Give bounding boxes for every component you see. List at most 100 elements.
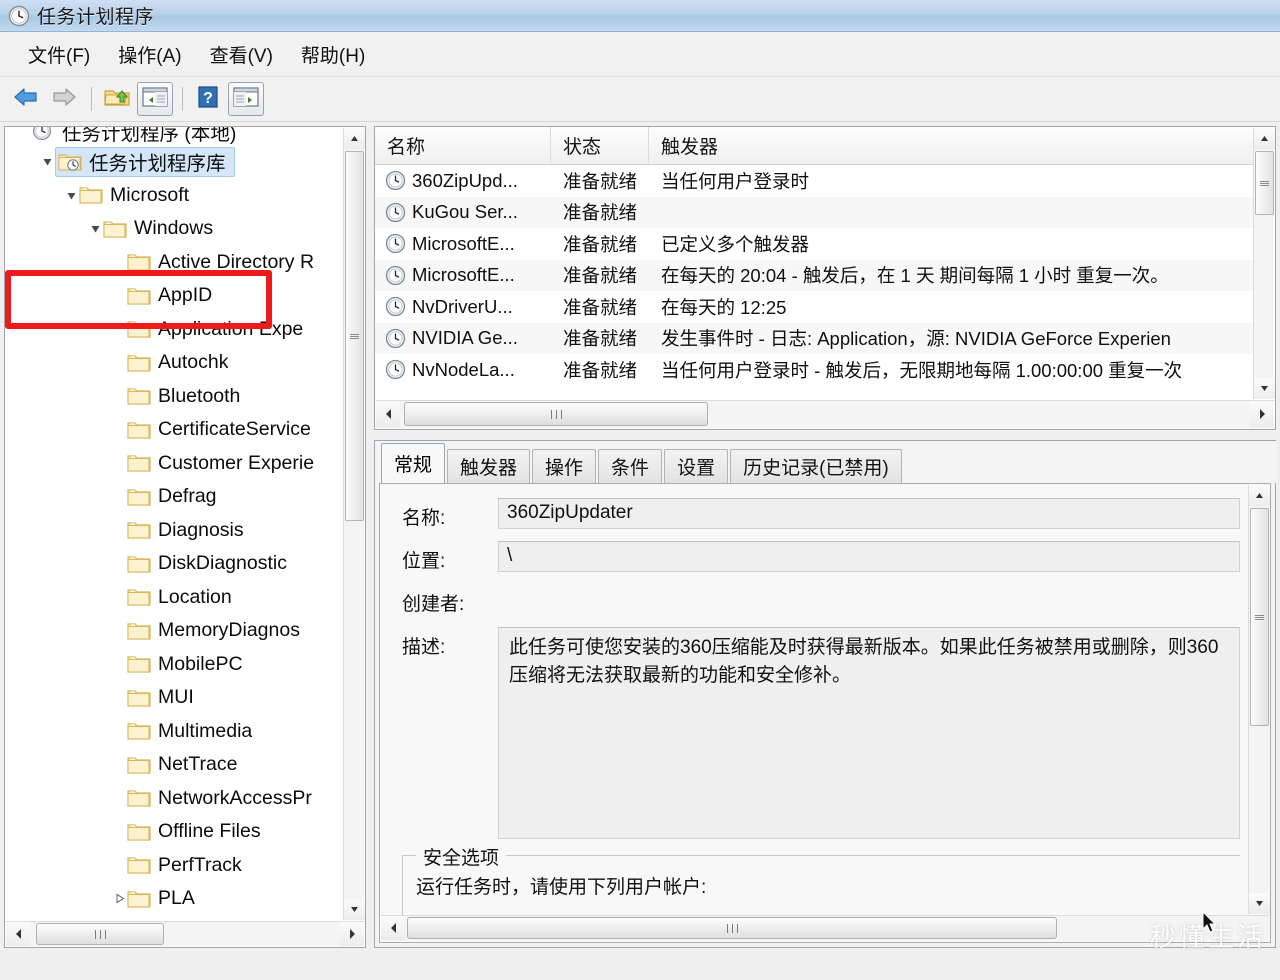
details-scrollbar-thumb[interactable] [1250, 508, 1269, 726]
task-list-horizontal-scrollbar[interactable] [376, 400, 1274, 428]
details-scroll-up-button[interactable] [1249, 485, 1270, 506]
tree-node-memorydiagnos[interactable]: MemoryDiagnos [5, 614, 343, 648]
column-header-status[interactable]: 状态 [551, 127, 649, 165]
folder-icon [127, 688, 151, 708]
task-list-row[interactable]: NVIDIA Ge...准备就绪发生事件时 - 日志: Application，… [375, 323, 1253, 355]
tab-triggers[interactable]: 触发器 [447, 449, 530, 483]
tree-node-networkaccesspr[interactable]: NetworkAccessPr [5, 782, 343, 816]
task-list-row[interactable]: 360ZipUpd...准备就绪当任何用户登录时 [375, 165, 1253, 197]
task-list-row[interactable]: NvDriverU...准备就绪在每天的 12:25 [375, 291, 1253, 323]
task-status-cell: 准备就绪 [551, 325, 649, 351]
expander-expanded-icon[interactable] [63, 190, 79, 201]
tree-node-diagnosis[interactable]: Diagnosis [5, 514, 343, 548]
tree-node-label: Location [158, 586, 232, 609]
security-options-group: 安全选项 运行任务时，请使用下列用户帐户: [402, 855, 1240, 899]
tree-node-diskdiagnostic[interactable]: DiskDiagnostic [5, 547, 343, 581]
tree-scroll-left-button[interactable] [6, 922, 30, 946]
toolbar-up-one-level[interactable] [99, 82, 135, 116]
tree-node-customer-experie[interactable]: Customer Experie [5, 447, 343, 481]
menu-view[interactable]: 查看(V) [196, 39, 287, 70]
task-list-row[interactable]: KuGou Ser...准备就绪 [375, 197, 1253, 229]
tree-node-appid[interactable]: AppID [5, 279, 343, 313]
description-field[interactable]: 此任务可使您安装的360压缩能及时获得最新版本。如果此任务被禁用或删除，则360… [498, 627, 1240, 839]
forward-arrow-icon [49, 85, 79, 114]
name-label: 名称: [402, 498, 498, 530]
chevron-down-icon [1260, 385, 1269, 392]
expander-expanded-icon[interactable] [87, 223, 103, 234]
tree-horizontal-scrollbar[interactable] [6, 921, 364, 946]
tab-general[interactable]: 常规 [381, 443, 445, 483]
tree-node-mui[interactable]: MUI [5, 681, 343, 715]
column-header-triggers[interactable]: 触发器 [649, 127, 1235, 165]
menu-action[interactable]: 操作(A) [104, 39, 195, 70]
task-list-scroll-left-button[interactable] [376, 401, 400, 427]
task-list-header: 名称 状态 触发器 [375, 127, 1253, 165]
column-header-name[interactable]: 名称 [375, 127, 551, 165]
tree-node-active-directory-r[interactable]: Active Directory R [5, 246, 343, 280]
task-list-row[interactable]: NvNodeLa...准备就绪当任何用户登录时 - 触发后，无限期地每隔 1.0… [375, 354, 1253, 386]
tree-node-microsoft[interactable]: Microsoft [5, 179, 343, 213]
task-list-scroll-up-button[interactable] [1254, 128, 1275, 149]
tab-settings[interactable]: 设置 [664, 449, 728, 483]
tree-node-任务计划程序库[interactable]: 任务计划程序库 [5, 145, 343, 179]
tree-node-label: Offline Files [158, 820, 261, 843]
tab-actions[interactable]: 操作 [532, 449, 596, 483]
tree-node-windows[interactable]: Windows [5, 212, 343, 246]
tree-node-offline-files[interactable]: Offline Files [5, 815, 343, 849]
details-scroll-down-button[interactable] [1249, 893, 1270, 914]
task-list-scroll-down-button[interactable] [1254, 378, 1275, 399]
tree-vertical-scrollbar[interactable] [343, 128, 364, 920]
details-scroll-left-button[interactable] [381, 916, 405, 940]
tree-node-任务计划程序-本地-[interactable]: 任务计划程序 (本地) [5, 127, 343, 145]
tree-node-pla[interactable]: PLA [5, 882, 343, 916]
tree-scroll-right-button[interactable] [340, 922, 364, 946]
tree-scroll-up-button[interactable] [344, 128, 365, 149]
folder-icon [127, 487, 151, 507]
task-list-scrollbar-thumb[interactable] [1255, 151, 1274, 215]
tab-conditions[interactable]: 条件 [598, 449, 662, 483]
tree-node-defrag[interactable]: Defrag [5, 480, 343, 514]
tree-node-label: Application Expe [158, 318, 303, 341]
task-list-scroll-right-button[interactable] [1250, 401, 1274, 427]
tab-history[interactable]: 历史记录(已禁用) [730, 449, 902, 483]
tree-hscrollbar-thumb[interactable] [36, 923, 164, 945]
task-list-row[interactable]: MicrosoftE...准备就绪已定义多个触发器 [375, 228, 1253, 260]
tree-scroll-area[interactable]: 任务计划程序 (本地) 任务计划程序库Microsoft Windows Active… [5, 127, 343, 921]
details-vertical-scrollbar[interactable] [1248, 485, 1269, 914]
toolbar-back[interactable] [8, 82, 44, 116]
tree-node-selected[interactable]: 任务计划程序库 [55, 147, 235, 177]
task-list-row[interactable]: MicrosoftE...准备就绪在每天的 20:04 - 触发后，在 1 天 … [375, 260, 1253, 292]
expander-expanded-icon[interactable] [39, 156, 55, 167]
tree-node-bluetooth[interactable]: Bluetooth [5, 380, 343, 414]
tree-node-location[interactable]: Location [5, 581, 343, 615]
task-clock-icon [385, 359, 406, 380]
task-status-cell: 准备就绪 [551, 294, 649, 320]
task-list-rows[interactable]: 360ZipUpd...准备就绪当任何用户登录时KuGou Ser...准备就绪… [375, 165, 1253, 400]
tree-node-label: Windows [134, 217, 213, 240]
toolbar-help[interactable]: ? [190, 82, 226, 116]
tree-node-perftrack[interactable]: PerfTrack [5, 849, 343, 883]
toolbar-forward[interactable] [46, 82, 82, 116]
tree-node-label: Bluetooth [158, 385, 240, 408]
tree-node-certificateservice[interactable]: CertificateService [5, 413, 343, 447]
details-hscrollbar-thumb[interactable] [407, 917, 1057, 939]
tree-node-multimedia[interactable]: Multimedia [5, 715, 343, 749]
task-list-hscrollbar-thumb[interactable] [404, 402, 708, 426]
details-horizontal-scrollbar[interactable] [381, 915, 1269, 941]
tree-scroll-down-button[interactable] [344, 899, 365, 920]
tree-node-autochk[interactable]: Autochk [5, 346, 343, 380]
menu-help[interactable]: 帮助(H) [287, 39, 379, 70]
toolbar-show-hide-action-pane[interactable] [228, 82, 264, 116]
tree-node-nettrace[interactable]: NetTrace [5, 748, 343, 782]
detail-body: 名称: 360ZipUpdater 位置: \ 创建者: 描述: 此任务可使您安… [379, 483, 1271, 943]
tree-node-label: CertificateService [158, 418, 311, 441]
tree-node-application-expe[interactable]: Application Expe [5, 313, 343, 347]
tree-node-mobilepc[interactable]: MobilePC [5, 648, 343, 682]
name-field[interactable]: 360ZipUpdater [498, 498, 1240, 529]
toolbar-show-hide-console-tree[interactable] [137, 82, 173, 116]
tab-label: 常规 [394, 450, 432, 477]
expander-collapsed-icon[interactable] [111, 893, 127, 904]
task-list-vertical-scrollbar[interactable] [1253, 128, 1274, 399]
menu-file[interactable]: 文件(F) [14, 39, 104, 70]
tree-scrollbar-thumb[interactable] [345, 151, 364, 521]
